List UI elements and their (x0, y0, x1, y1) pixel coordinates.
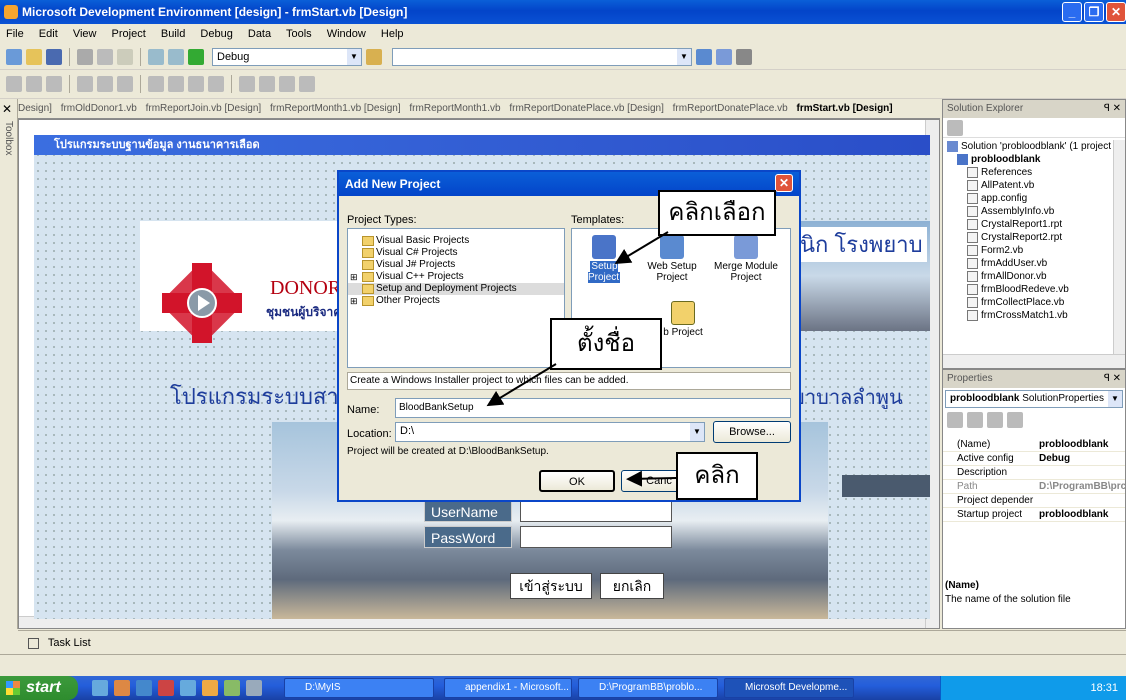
config-file-icon (967, 193, 978, 204)
properties-toolbar (947, 412, 1023, 428)
solution-explorer-toolbar (943, 118, 1125, 138)
references-icon (967, 167, 978, 178)
solution-item[interactable]: frmCrossMatch1.vb (943, 309, 1111, 322)
task-list-icon (28, 637, 39, 649)
property-help-text: The name of the solution file (945, 594, 1071, 605)
solution-explorer-title: Solution Explorer (947, 103, 1024, 114)
properties-icon[interactable] (947, 120, 963, 136)
project-node[interactable]: probloodblank (943, 153, 1111, 166)
solution-explorer-header: Solution Explorer ꟼ ✕ (943, 100, 1125, 118)
windows-logo-icon (6, 681, 20, 695)
properties-header: Properties ꟼ ✕ (943, 370, 1125, 388)
solution-icon (947, 141, 958, 152)
categorized-icon[interactable] (947, 412, 963, 428)
quick-launch (92, 680, 262, 696)
form-file-icon (967, 284, 978, 295)
solution-explorer-panel: Solution Explorer ꟼ ✕ Solution 'problood… (942, 99, 1126, 369)
quick-launch-icon[interactable] (136, 680, 152, 696)
form-file-icon (967, 271, 978, 282)
solution-horizontal-scrollbar[interactable] (943, 354, 1125, 368)
quick-launch-icon[interactable] (180, 680, 196, 696)
taskbar-item-appendix1[interactable]: appendix1 - Microsoft... (444, 678, 572, 698)
system-tray: 18:31 (940, 676, 1126, 700)
properties-object-select[interactable]: probloodblank SolutionProperties ▼ (945, 390, 1123, 408)
solution-item[interactable]: app.config (943, 192, 1111, 205)
vb-file-icon (967, 180, 978, 191)
taskbar-item-devenv[interactable]: Microsoft Developme... (724, 678, 854, 698)
panel-close-icon[interactable]: ꟼ ✕ (1104, 370, 1121, 388)
property-row[interactable]: Startup project probloodblank (943, 508, 1125, 522)
quick-launch-icon[interactable] (92, 680, 108, 696)
status-bar (0, 654, 1126, 676)
form-file-icon (967, 310, 978, 321)
task-list-tab[interactable]: Task List (18, 630, 1126, 654)
quick-launch-icon[interactable] (224, 680, 240, 696)
task-list-label: Task List (47, 637, 91, 649)
taskbar-item-myis[interactable]: D:\MyIS (284, 678, 434, 698)
chevron-down-icon: ▼ (1108, 391, 1122, 407)
taskbar-item-programbb[interactable]: D:\ProgramBB\problo... (578, 678, 718, 698)
properties-icon[interactable] (987, 412, 1003, 428)
arrow-to-name-input (486, 363, 557, 407)
solution-item[interactable]: CrystalReport2.rpt (943, 231, 1111, 244)
property-row[interactable]: (Name) probloodblank (943, 438, 1125, 452)
windows-taskbar: start D:\MyIS appendix1 - Microsoft... D… (0, 676, 1126, 700)
quick-launch-icon[interactable] (246, 680, 262, 696)
project-icon (957, 154, 968, 165)
report-file-icon (967, 219, 978, 230)
property-row[interactable]: Project depender (943, 494, 1125, 508)
alphabetical-icon[interactable] (967, 412, 983, 428)
solution-vertical-scrollbar[interactable] (1113, 140, 1125, 354)
properties-object-type: SolutionProperties (1022, 393, 1104, 404)
solution-item[interactable]: AssemblyInfo.vb (943, 205, 1111, 218)
properties-title: Properties (947, 373, 993, 384)
clock: 18:31 (1090, 682, 1118, 694)
property-row[interactable]: Description (943, 466, 1125, 480)
quick-launch-icon[interactable] (114, 680, 130, 696)
property-pages-icon[interactable] (1007, 412, 1023, 428)
properties-object-name: probloodblank (950, 393, 1020, 404)
solution-item[interactable]: References (943, 166, 1111, 179)
solution-node[interactable]: Solution 'probloodblank' (1 project (943, 140, 1111, 153)
solution-item[interactable]: frmAllDonor.vb (943, 270, 1111, 283)
arrow-to-setup-project (614, 231, 669, 265)
vb-file-icon (967, 206, 978, 217)
solution-item[interactable]: Form2.vb (943, 244, 1111, 257)
solution-item[interactable]: frmCollectPlace.vb (943, 296, 1111, 309)
report-file-icon (967, 232, 978, 243)
arrow-to-ok-button (626, 470, 677, 487)
properties-panel: Properties ꟼ ✕ probloodblank SolutionPro… (942, 369, 1126, 629)
form-file-icon (967, 245, 978, 256)
solution-item[interactable]: frmBloodRedeve.vb (943, 283, 1111, 296)
solution-item[interactable]: AllPatent.vb (943, 179, 1111, 192)
quick-launch-icon[interactable] (158, 680, 174, 696)
property-row[interactable]: Path D:\ProgramBB\prc (943, 480, 1125, 494)
panel-close-icon[interactable]: ꟼ ✕ (1104, 100, 1121, 118)
solution-item[interactable]: frmAddUser.vb (943, 257, 1111, 270)
form-file-icon (967, 297, 978, 308)
property-row[interactable]: Active config Debug (943, 452, 1125, 466)
form-file-icon (967, 258, 978, 269)
start-button[interactable]: start (0, 676, 78, 700)
quick-launch-icon[interactable] (202, 680, 218, 696)
property-help-title: (Name) (945, 580, 979, 591)
solution-item[interactable]: CrystalReport1.rpt (943, 218, 1111, 231)
